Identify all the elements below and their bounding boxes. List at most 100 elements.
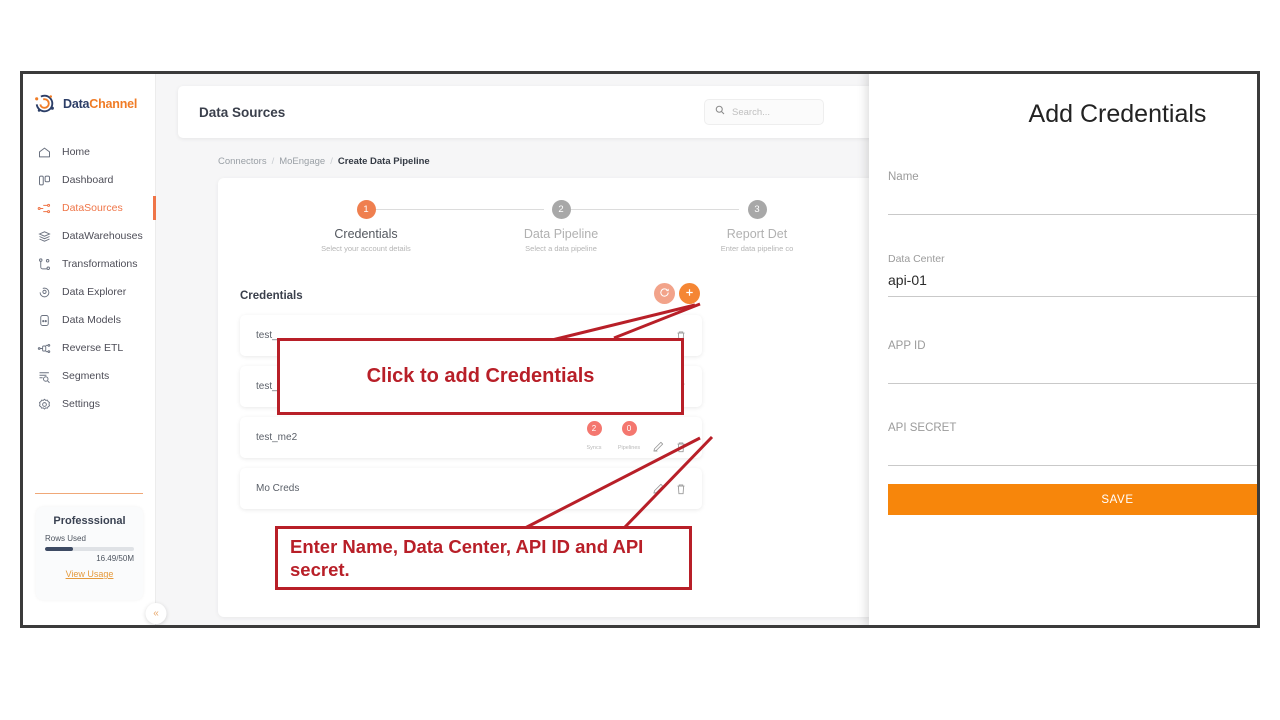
field-underline [888, 296, 1257, 297]
chevron-double-left-icon: « [153, 608, 159, 619]
sidebar-item-label: Data Explorer [62, 286, 127, 298]
brand-name-data: Data [63, 96, 90, 111]
data-center-label: Data Center [888, 253, 945, 265]
sidebar-item-label: DataSources [62, 202, 123, 214]
app-id-label: APP ID [888, 340, 926, 352]
search-input[interactable]: Search... [704, 99, 824, 125]
breadcrumb-item-moengage[interactable]: MoEngage [279, 156, 325, 167]
sidebar-item-label: Dashboard [62, 174, 114, 186]
badge-label: Pipelines [617, 445, 641, 451]
sidebar-item-home[interactable]: Home [23, 138, 155, 166]
credential-name: test_me2 [256, 432, 298, 443]
data-center-select[interactable]: api-01 [888, 265, 1257, 288]
breadcrumb-separator: / [330, 156, 333, 167]
plan-title: Professsional [53, 515, 126, 527]
page-title: Data Sources [199, 104, 286, 120]
credentials-form: Name Data Center api-01 APP ID API SECRE… [888, 171, 1257, 466]
add-credentials-drawer: Add Credentials Name Data Center api-01 [869, 74, 1257, 625]
annotation-text: Enter Name, Data Center, API ID and API … [290, 535, 644, 580]
credential-name: test_ [256, 330, 278, 341]
sidebar-item-segments[interactable]: Segments [23, 362, 155, 390]
sidebar-item-data-models[interactable]: Data Models [23, 306, 155, 334]
add-credentials-button[interactable] [679, 283, 700, 304]
app-id-input[interactable] [888, 352, 1257, 375]
step-number: 1 [356, 200, 376, 219]
breadcrumb: Connectors / MoEngage / Create Data Pipe… [218, 156, 430, 167]
rows-used-value: 16.49/50M [96, 554, 134, 563]
step-title: Data Pipeline [523, 227, 599, 241]
sidebar-item-label: Reverse ETL [62, 342, 124, 354]
refresh-credentials-button[interactable] [654, 283, 675, 304]
app-id-field-group: APP ID [888, 340, 1257, 384]
brand: DataChannel [23, 74, 155, 116]
sidebar-item-label: Settings [62, 398, 100, 410]
api-secret-input[interactable] [888, 434, 1257, 457]
plan-card: Professsional Rows Used 16.49/50M View U… [36, 507, 143, 600]
row-actions [651, 482, 702, 496]
datasources-icon [36, 200, 52, 216]
sidebar-nav: Home Dashboard DataSources DataWarehouse… [23, 138, 156, 418]
view-usage-link[interactable]: View Usage [45, 569, 134, 579]
data-explorer-icon [36, 284, 52, 300]
reverse-etl-icon [36, 340, 52, 356]
delete-icon[interactable] [674, 440, 688, 454]
row-badges: 2 Syncs 0 Pipelines [581, 421, 642, 454]
breadcrumb-item-connectors[interactable]: Connectors [218, 156, 267, 167]
step-description: Select your account details [321, 244, 411, 253]
sidebar-item-datasources[interactable]: DataSources [23, 194, 156, 222]
dashboard-icon [36, 172, 52, 188]
datawarehouses-icon [36, 228, 52, 244]
sidebar-item-settings[interactable]: Settings [23, 390, 155, 418]
sidebar-item-data-explorer[interactable]: Data Explorer [23, 278, 155, 306]
sidebar-item-label: Transformations [62, 258, 138, 270]
breadcrumb-separator: / [271, 156, 275, 167]
sidebar-item-label: Data Models [62, 314, 121, 326]
plus-icon [684, 287, 695, 301]
step-number: 2 [551, 200, 571, 219]
sidebar-item-reverse-etl[interactable]: Reverse ETL [23, 334, 155, 362]
table-row[interactable]: test_me2 2 Syncs 0 Pipelines [240, 417, 702, 458]
annotation-callout-enter-details: Enter Name, Data Center, API ID and API … [275, 526, 692, 590]
sidebar-item-transformations[interactable]: Transformations [23, 250, 155, 278]
field-underline [888, 383, 1257, 384]
sidebar-divider [35, 493, 143, 494]
datachannel-logo-icon [32, 91, 57, 116]
step-report-details[interactable]: 3 Report Det Enter data pipeline co [662, 200, 852, 253]
sidebar-item-label: DataWarehouses [62, 230, 143, 242]
credentials-actions [654, 283, 700, 304]
sidebar-collapse-button[interactable]: « [145, 603, 167, 624]
data-center-field-group: Data Center api-01 [888, 253, 1257, 297]
sidebar-item-label: Home [62, 146, 91, 158]
row-actions: 2 Syncs 0 Pipelines [581, 421, 702, 454]
pipelines-badge: 0 Pipelines [616, 421, 642, 454]
name-input[interactable] [888, 183, 1257, 206]
field-underline [888, 214, 1257, 215]
rows-used-label: Rows Used [45, 534, 86, 543]
annotation-callout-add-credentials: Click to add Credentials [277, 338, 684, 415]
badge-label: Syncs [586, 445, 602, 451]
search-placeholder: Search... [732, 106, 771, 118]
step-description: Select a data pipeline [525, 244, 597, 253]
field-underline [888, 465, 1257, 466]
api-secret-label: API SECRET [888, 422, 957, 434]
status-badge: 2 [586, 421, 602, 436]
status-badge: 0 [621, 421, 637, 436]
edit-icon[interactable] [651, 482, 665, 496]
sidebar-item-label: Segments [62, 370, 110, 382]
name-field-group: Name [888, 171, 1257, 215]
breadcrumb-item-create-data-pipeline: Create Data Pipeline [337, 156, 430, 167]
sidebar-item-datawarehouses[interactable]: DataWarehouses [23, 222, 155, 250]
step-title: Report Det [726, 227, 788, 241]
refresh-icon [659, 287, 670, 301]
step-description: Enter data pipeline co [720, 244, 794, 253]
table-row[interactable]: Mo Creds [240, 468, 702, 509]
annotation-text: Click to add Credentials [366, 365, 595, 387]
brand-name-channel: Channel [89, 96, 138, 111]
sidebar-item-dashboard[interactable]: Dashboard [23, 166, 155, 194]
brand-text: DataChannel [63, 97, 137, 111]
delete-icon[interactable] [674, 482, 688, 496]
save-button[interactable]: SAVE [888, 484, 1257, 515]
edit-icon[interactable] [651, 440, 665, 454]
step-credentials[interactable]: 1 Credentials Select your account detail… [271, 200, 461, 253]
step-data-pipeline[interactable]: 2 Data Pipeline Select a data pipeline [466, 200, 656, 253]
